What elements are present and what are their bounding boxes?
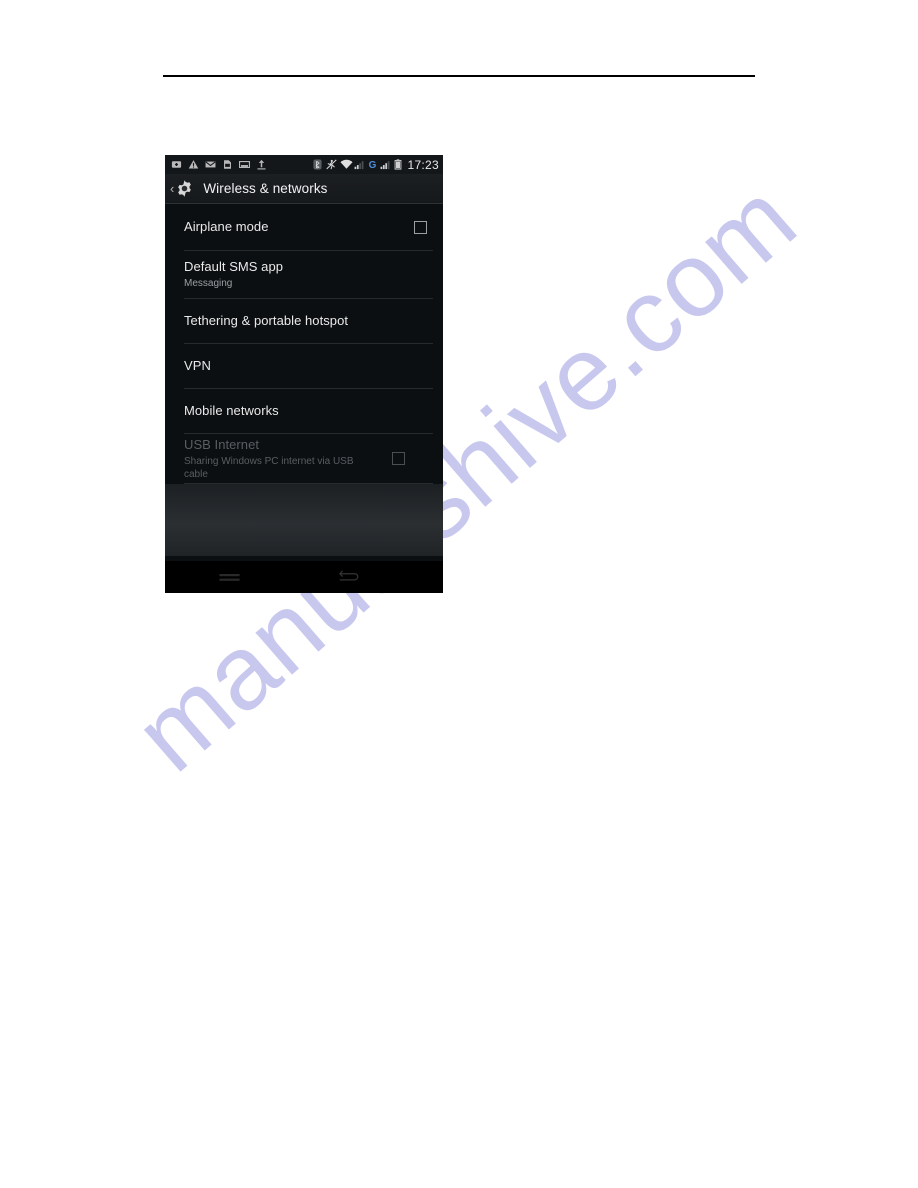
nav-back-button[interactable] [293,561,403,590]
chevron-left-icon[interactable]: ‹ [170,182,174,195]
upload-icon [256,159,267,170]
signal-bars-sim1-icon [354,159,365,170]
list-item-mobile-networks[interactable]: Mobile networks [165,389,443,433]
screenshot-icon [239,159,250,170]
phone-screenshot: G 17:23 ‹ Wireless & networks Airplane m… [165,155,443,593]
status-bar: G 17:23 [165,155,443,174]
status-bar-system-icons: G 17:23 [312,159,439,171]
sync-icon [171,159,182,170]
vibrate-silent-icon [326,159,338,170]
sim-card-icon [222,159,233,170]
menu-icon [218,570,241,581]
list-item-title: Mobile networks [184,403,279,418]
status-bar-notification-icons [171,159,267,170]
navigation-bar [165,561,443,590]
watermark: manualshive.com [0,0,918,1188]
list-item-subtitle: Sharing Windows PC internet via USB cabl… [184,455,354,480]
warning-icon [188,159,199,170]
signal-bars-sim2-icon [380,159,391,170]
svg-text:G: G [369,160,377,170]
list-item-airplane-mode[interactable]: Airplane mode [165,204,443,250]
gprs-g-icon: G [368,159,377,170]
page-title: Wireless & networks [203,181,328,196]
list-item-title: Airplane mode [184,219,269,234]
list-item-usb-internet: USB Internet Sharing Windows PC internet… [165,434,443,483]
airplane-mode-checkbox[interactable] [414,220,427,234]
battery-icon [394,159,402,170]
back-icon [337,569,360,583]
action-bar: ‹ Wireless & networks [165,174,443,204]
usb-internet-checkbox [392,452,405,465]
list-item-title: Default SMS app [184,259,284,274]
list-item-vpn[interactable]: VPN [165,344,443,388]
bluetooth-icon [312,159,323,170]
wifi-icon [340,159,354,170]
settings-gear-icon[interactable] [175,179,194,198]
list-item-title: Tethering & portable hotspot [184,313,349,328]
list-item-title: USB Internet [184,436,260,452]
list-item-subtitle: Messaging [184,278,233,289]
list-item-tethering-hotspot[interactable]: Tethering & portable hotspot [165,299,443,343]
email-icon [205,159,216,170]
list-item-default-sms-app[interactable]: Default SMS app Messaging [165,251,443,298]
nav-menu-button[interactable] [165,561,293,590]
page-header-rule [163,75,755,77]
list-item-title: VPN [184,358,211,373]
settings-list: Airplane mode Default SMS app Messaging … [165,204,443,561]
list-empty-area [165,484,443,556]
status-bar-clock: 17:23 [407,157,439,172]
